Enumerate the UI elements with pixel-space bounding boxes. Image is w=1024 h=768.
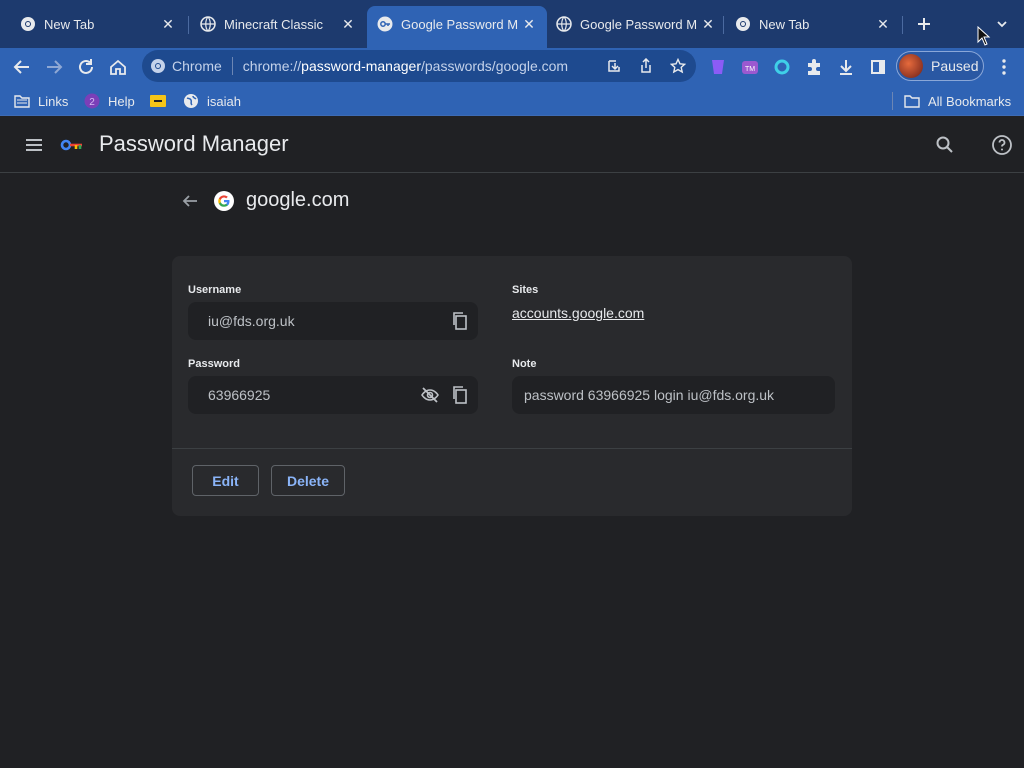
svg-text:2: 2	[89, 97, 95, 108]
help-icon[interactable]	[990, 133, 1014, 157]
copy-username-icon[interactable]	[448, 309, 472, 333]
all-bookmarks-label: All Bookmarks	[928, 93, 1012, 109]
chrome-icon	[736, 17, 750, 31]
bookmark-label: isaiah	[207, 93, 241, 109]
site-title: google.com	[246, 189, 350, 211]
back-arrow-icon[interactable]	[8, 53, 36, 81]
mouse-cursor-icon	[977, 26, 991, 46]
tab-google-password-manager-2[interactable]: Google Password M ✕	[546, 8, 726, 40]
tab-title: New Tab	[759, 16, 810, 32]
note-label: Note	[512, 358, 537, 370]
bookmark-isaiah[interactable]: isaiah	[183, 91, 241, 111]
folder-icon	[904, 93, 920, 109]
tab-minecraft-classic[interactable]: Minecraft Classic ✕	[180, 8, 366, 40]
help-badge-icon: 2	[84, 93, 100, 109]
omnibox-divider	[231, 57, 233, 75]
bookmark-star-icon[interactable]	[666, 54, 690, 78]
extension-tm-icon[interactable]: TM	[736, 53, 764, 81]
bookmark-help[interactable]: 2 Help	[84, 91, 135, 111]
svg-text:TM: TM	[745, 66, 755, 73]
globe-icon	[200, 16, 216, 32]
folder-icon	[14, 93, 30, 109]
username-label: Username	[188, 284, 242, 296]
home-icon[interactable]	[104, 53, 132, 81]
yellow-bookmark-icon	[150, 93, 166, 109]
install-app-icon[interactable]	[602, 54, 626, 78]
chrome-icon	[21, 17, 35, 31]
profile-button[interactable]: Paused	[896, 51, 984, 81]
globe-icon	[183, 93, 199, 109]
hamburger-menu-icon[interactable]	[22, 133, 46, 157]
card-divider	[172, 448, 852, 449]
globe-icon	[556, 16, 572, 32]
tab-divider	[723, 16, 724, 34]
password-manager-icon	[377, 16, 393, 32]
tab-title: Google Password M	[580, 16, 698, 32]
close-tab-icon[interactable]: ✕	[340, 16, 356, 32]
tab-google-password-manager-active[interactable]: Google Password M ✕	[367, 6, 547, 48]
app-title: Password Manager	[99, 131, 289, 156]
tab-divider	[902, 16, 903, 34]
forward-arrow-icon[interactable]	[40, 53, 68, 81]
hide-password-eye-off-icon[interactable]	[418, 383, 442, 407]
username-field[interactable]: iu@fds.org.uk	[188, 302, 478, 340]
edit-button[interactable]: Edit	[192, 465, 259, 496]
extension-purple-icon[interactable]	[704, 53, 732, 81]
url-path: /passwords/google.com	[421, 58, 569, 74]
copy-password-icon[interactable]	[448, 383, 472, 407]
extension-cyan-ring-icon[interactable]	[768, 53, 796, 81]
back-arrow-icon[interactable]	[178, 189, 202, 213]
browser-toolbar: Chrome chrome://password-manager/passwor…	[0, 48, 1024, 86]
url-prefix: chrome://	[242, 58, 302, 74]
profile-status-label: Paused	[931, 58, 979, 74]
address-bar[interactable]: Chrome chrome://password-manager/passwor…	[142, 50, 696, 82]
side-panel-icon[interactable]	[864, 53, 892, 81]
more-menu-icon[interactable]	[990, 53, 1018, 81]
chrome-logo-icon	[151, 59, 165, 73]
close-tab-icon[interactable]: ✕	[160, 16, 176, 32]
tab-title: Google Password M	[401, 16, 519, 32]
password-field[interactable]: 63966925	[188, 376, 478, 414]
bookmarks-divider	[892, 92, 893, 110]
downloads-icon[interactable]	[832, 53, 860, 81]
close-tab-icon[interactable]: ✕	[521, 16, 537, 32]
bookmark-yellow[interactable]	[150, 91, 174, 111]
password-value: 63966925	[208, 387, 271, 403]
delete-button[interactable]: Delete	[271, 465, 345, 496]
credential-card: Username iu@fds.org.uk Sites accounts.go…	[172, 256, 852, 516]
tab-title: New Tab	[44, 16, 95, 32]
app-header: Password Manager	[0, 117, 1024, 173]
username-value: iu@fds.org.uk	[208, 313, 295, 329]
bookmark-label: Help	[108, 93, 135, 109]
chrome-chip-label: Chrome	[172, 58, 222, 74]
url-host: password-manager	[301, 58, 421, 74]
tab-new-tab-1[interactable]: New Tab ✕	[0, 8, 186, 40]
note-field[interactable]: password 63966925 login iu@fds.org.uk	[512, 376, 835, 414]
bookmarks-bar: Links 2 Help isaiah All Bookmarks	[0, 86, 1024, 116]
bookmark-links[interactable]: Links	[14, 91, 68, 111]
password-label: Password	[188, 358, 240, 370]
avatar	[899, 54, 923, 78]
bookmark-label: Links	[38, 93, 69, 109]
tab-strip: New Tab ✕ Minecraft Classic ✕ Google Pas…	[0, 0, 1024, 48]
site-link[interactable]: accounts.google.com	[512, 305, 644, 321]
extensions-puzzle-icon[interactable]	[800, 53, 828, 81]
note-value: password 63966925 login iu@fds.org.uk	[524, 387, 775, 403]
new-tab-plus-icon[interactable]	[910, 10, 938, 38]
tab-search-chevron-down-icon[interactable]	[988, 10, 1016, 38]
tab-new-tab-2[interactable]: New Tab ✕	[725, 8, 901, 40]
sites-label: Sites	[512, 284, 539, 296]
url-text: chrome://password-manager/passwords/goog…	[243, 58, 568, 74]
reload-icon[interactable]	[72, 53, 100, 81]
all-bookmarks[interactable]: All Bookmarks	[904, 91, 1011, 111]
chrome-chip[interactable]: Chrome	[142, 58, 222, 74]
google-g-icon	[214, 191, 234, 211]
share-icon[interactable]	[634, 54, 658, 78]
close-tab-icon[interactable]: ✕	[875, 16, 891, 32]
tab-title: Minecraft Classic	[224, 16, 323, 32]
close-tab-icon[interactable]: ✕	[700, 16, 716, 32]
password-manager-logo-icon	[60, 139, 82, 151]
search-icon[interactable]	[933, 133, 957, 157]
